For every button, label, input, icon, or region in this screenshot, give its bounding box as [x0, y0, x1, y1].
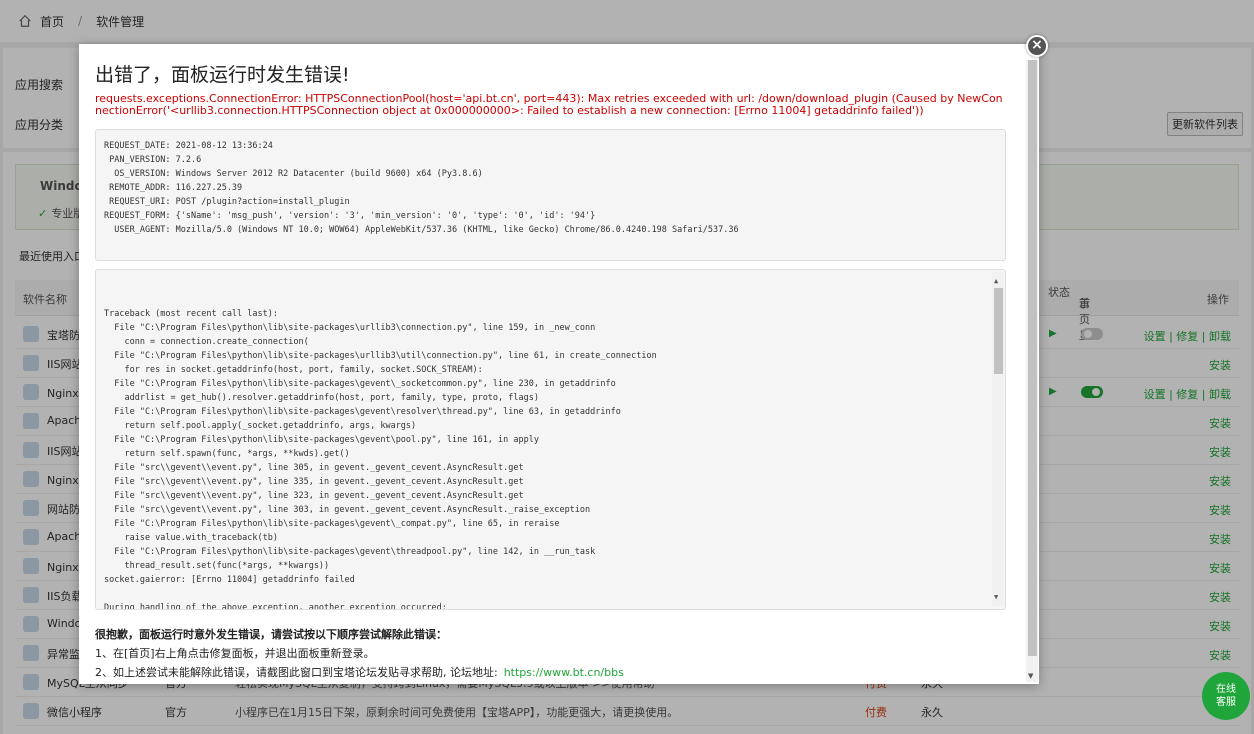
close-icon[interactable]: ×: [1026, 35, 1048, 57]
traceback-line: File "src\\gevent\\event.py", line 323, …: [104, 491, 524, 501]
step-2-text: 2、如上述尝试未能解除此错误，请截图此窗口到宝塔论坛发贴寻求帮助, 论坛地址: h…: [95, 666, 624, 679]
request-info-line: REQUEST_DATE: 2021-08-12 13:36:24: [104, 141, 273, 151]
traceback-line: File "C:\Program Files\python\lib\site-p…: [104, 407, 621, 417]
page: { "breadcrumb": {"home": "首页", "separato…: [0, 0, 1254, 734]
scroll-down-icon[interactable]: ▼: [994, 590, 998, 604]
traceback-box[interactable]: Traceback (most recent call last): File …: [95, 269, 1006, 610]
dialog-scroll-down-icon[interactable]: ▼: [1028, 672, 1033, 680]
request-info-line: PAN_VERSION: 7.2.6: [104, 155, 202, 165]
traceback-line: return self.pool.apply(_socket.getaddrin…: [104, 421, 417, 431]
dialog-scroll-thumb[interactable]: [1028, 60, 1037, 656]
forum-link[interactable]: https://www.bt.cn/bbs: [504, 666, 624, 679]
traceback-line: raise value.with_traceback(tb): [104, 533, 278, 543]
request-info-line: REQUEST_FORM: {'sName': 'msg_push', 'ver…: [104, 211, 596, 221]
traceback-line: File "src\\gevent\\event.py", line 303, …: [104, 505, 591, 515]
traceback-scrollbar[interactable]: ▲ ▼: [992, 272, 1004, 606]
traceback-line: File "C:\Program Files\python\lib\site-p…: [104, 351, 657, 361]
request-info-line: REMOTE_ADDR: 116.227.25.39: [104, 183, 243, 193]
apology-text: 很抱歉，面板运行时意外发生错误，请尝试按以下顺序尝试解除此错误：: [95, 628, 447, 641]
dialog-title: 出错了，面板运行时发生错误!: [95, 64, 350, 86]
traceback-line: socket.gaierror: [Errno 11004] getaddrin…: [104, 575, 355, 585]
traceback-line: addrlist = get_hub().resolver.getaddrinf…: [104, 393, 539, 403]
traceback-line: File "C:\Program Files\python\lib\site-p…: [104, 519, 560, 529]
online-support-button[interactable]: 在线 客服: [1202, 672, 1250, 720]
request-info-box: REQUEST_DATE: 2021-08-12 13:36:24 PAN_VE…: [95, 129, 1006, 261]
traceback-line: File "C:\Program Files\python\lib\site-p…: [104, 379, 616, 389]
error-dialog: 出错了，面板运行时发生错误! requests.exceptions.Conne…: [79, 44, 1039, 684]
traceback-line: [104, 587, 984, 601]
traceback-line: conn = connection.create_connection(: [104, 337, 309, 347]
traceback-line: thread_result.set(func(*args, **kwargs)): [104, 561, 330, 571]
request-info-line: OS_VERSION: Windows Server 2012 R2 Datac…: [104, 169, 483, 179]
traceback-line: File "src\\gevent\\event.py", line 305, …: [104, 463, 524, 473]
traceback-line: Traceback (most recent call last):: [104, 309, 278, 319]
error-message: requests.exceptions.ConnectionError: HTT…: [95, 92, 1003, 117]
traceback-line: return self.spawn(func, *args, **kwds).g…: [104, 449, 350, 459]
step-1-text: 1、在[首页]右上角点击修复面板，并退出面板重新登录。: [95, 647, 375, 660]
traceback-line: File "C:\Program Files\python\lib\site-p…: [104, 323, 596, 333]
traceback-line: File "C:\Program Files\python\lib\site-p…: [104, 547, 596, 557]
traceback-line: for res in socket.getaddrinfo(host, port…: [104, 365, 483, 375]
traceback-line: During handling of the above exception, …: [104, 603, 447, 610]
traceback-line: File "src\\gevent\\event.py", line 335, …: [104, 477, 524, 487]
traceback-line: File "C:\Program Files\python\lib\site-p…: [104, 435, 539, 445]
request-info-line: USER_AGENT: Mozilla/5.0 (Windows NT 10.0…: [104, 225, 739, 235]
scroll-up-icon[interactable]: ▲: [994, 274, 998, 288]
request-info-line: REQUEST_URI: POST /plugin?action=install…: [104, 197, 350, 207]
scroll-thumb[interactable]: [994, 288, 1003, 374]
dialog-scrollbar[interactable]: ▼: [1026, 60, 1038, 682]
